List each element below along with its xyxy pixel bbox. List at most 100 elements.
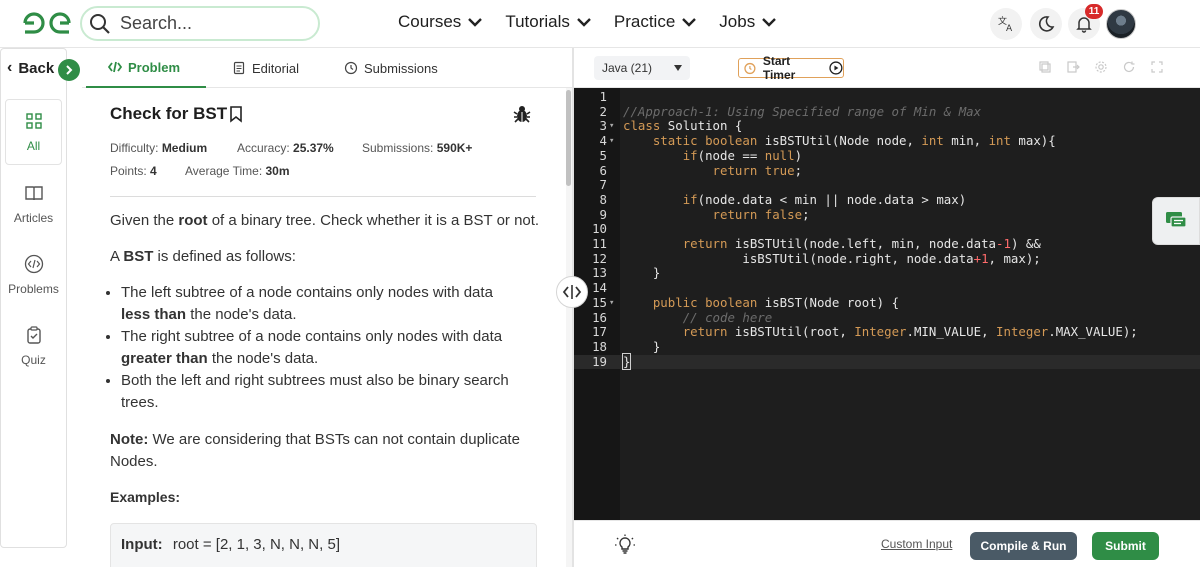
accuracy-label: Accuracy:: [237, 141, 290, 155]
note-text: We are considering that BSTs can not con…: [110, 431, 520, 470]
code-line[interactable]: 16 // code here: [574, 309, 1200, 326]
fold-toggle-icon[interactable]: ▾: [609, 119, 617, 134]
timer-label: Start Timer: [762, 54, 796, 82]
code-line[interactable]: 14: [574, 280, 1200, 296]
code-text: // code here: [682, 309, 773, 325]
code-text: return false;: [712, 206, 810, 222]
copy-icon[interactable]: [1038, 60, 1052, 74]
chevron-down-icon: [577, 18, 591, 27]
bookmark-icon[interactable]: [229, 105, 243, 123]
expand-sidebar-button[interactable]: [58, 59, 80, 81]
code-line[interactable]: 12 isBSTUtil(node.right, node.data+1, ma…: [574, 251, 1200, 267]
translate-button[interactable]: 文A: [990, 8, 1022, 40]
fold-toggle-icon[interactable]: ▾: [609, 134, 617, 149]
code-line[interactable]: 3 ▾ class Solution {: [574, 119, 1200, 134]
line-number: 8: [599, 191, 607, 207]
code-line[interactable]: 6 return true;: [574, 163, 1200, 179]
code-line[interactable]: 17 return isBSTUtil(root, Integer.MIN_VA…: [574, 324, 1200, 340]
nav-practice[interactable]: Practice: [614, 12, 697, 32]
submit-button[interactable]: Submit: [1092, 532, 1159, 560]
tab-editorial[interactable]: Editorial: [232, 48, 299, 88]
theme-toggle-button[interactable]: [1030, 8, 1062, 40]
tab-submissions[interactable]: Submissions: [344, 48, 438, 88]
rule-bold: less than: [121, 306, 187, 323]
chevron-right-icon: [66, 65, 73, 75]
start-timer-button[interactable]: Start Timer: [738, 54, 844, 82]
code-circle-icon: [24, 254, 43, 274]
chevron-down-icon: [468, 18, 483, 27]
nav-jobs[interactable]: Jobs: [719, 12, 777, 32]
back-button[interactable]: ‹ Back: [7, 59, 54, 77]
code-line[interactable]: 18 }: [574, 339, 1200, 355]
sidebar-item-all[interactable]: All: [5, 99, 62, 165]
caret-down-icon: [674, 65, 682, 71]
code-line[interactable]: 19}: [574, 352, 1200, 370]
bst-bold: BST: [123, 248, 154, 265]
chat-button[interactable]: [1152, 197, 1200, 245]
tab-problem[interactable]: Problem: [86, 48, 206, 88]
moon-icon: [1038, 16, 1055, 32]
language-select[interactable]: Java (21): [594, 56, 690, 80]
clipboard-icon: [26, 326, 41, 344]
bst-definition-intro: A BST is defined as follows:: [110, 246, 540, 268]
code-line[interactable]: 5 if(node == null): [574, 148, 1200, 164]
language-value: Java (21): [602, 61, 653, 75]
fullscreen-icon[interactable]: [1150, 60, 1164, 74]
code-line[interactable]: 8 if(node.data < min || node.data > max): [574, 191, 1200, 208]
sidebar-item-problems[interactable]: Problems: [5, 242, 62, 308]
nav-courses[interactable]: Courses: [398, 12, 483, 32]
compile-run-button[interactable]: Compile & Run: [970, 532, 1077, 560]
code-line[interactable]: 15 ▾ public boolean isBST(Node root) {: [574, 295, 1200, 311]
bst-text: A: [110, 248, 124, 265]
rule-text-end: the node's data.: [207, 350, 319, 367]
fold-toggle-icon[interactable]: ▾: [609, 296, 617, 311]
left-sidebar: ‹ Back All Articles Problems Quiz: [0, 48, 67, 548]
sidebar-item-label: Quiz: [21, 353, 46, 367]
code-line[interactable]: 9 return false;: [574, 206, 1200, 223]
code-line[interactable]: 7: [574, 177, 1200, 193]
example-block: Input: root = [2, 1, 3, N, N, N, 5]: [110, 523, 537, 567]
scrollbar-thumb[interactable]: [566, 90, 571, 186]
code-line[interactable]: 10: [574, 222, 1200, 237]
document-icon: [233, 61, 245, 75]
resize-handle[interactable]: [556, 276, 588, 308]
code-line[interactable]: 11 return isBSTUtil(node.left, min, node…: [574, 236, 1200, 252]
code-line[interactable]: 1: [574, 89, 1200, 105]
submissions-label: Submissions:: [362, 141, 434, 155]
lightbulb-icon[interactable]: [614, 534, 636, 556]
bug-icon[interactable]: [512, 104, 532, 124]
settings-icon[interactable]: [1094, 60, 1108, 74]
code-line[interactable]: 4 ▾ static boolean isBSTUtil(Node node, i…: [574, 133, 1200, 149]
sidebar-item-articles[interactable]: Articles: [5, 171, 62, 237]
code-text: }: [621, 352, 632, 370]
avatar[interactable]: [1106, 9, 1136, 39]
problem-tabs: Problem Editorial Submissions: [82, 48, 572, 88]
code-text: class Solution {: [623, 118, 743, 134]
difficulty-info: Difficulty: Medium: [110, 141, 207, 155]
avg-time-value: 30m: [265, 164, 290, 178]
code-text: return isBSTUtil(root, Integer.MIN_VALUE…: [682, 324, 1138, 340]
custom-input-link[interactable]: Custom Input: [881, 537, 952, 551]
clock-icon: [344, 61, 358, 75]
nav-tutorials[interactable]: Tutorials: [505, 12, 592, 32]
code-text: if(node.data < min || node.data > max): [682, 191, 967, 207]
reset-icon[interactable]: [1122, 60, 1136, 74]
gfg-logo-icon[interactable]: [22, 10, 72, 36]
line-number: 16: [592, 309, 607, 325]
search-box[interactable]: Search...: [80, 6, 320, 41]
sidebar-item-quiz[interactable]: Quiz: [5, 313, 62, 379]
list-item: Both the left and right subtrees must al…: [121, 370, 516, 414]
code-line[interactable]: 13 }: [574, 266, 1200, 281]
import-icon[interactable]: [1066, 60, 1080, 74]
code-line[interactable]: 2 //Approach-1: Using Specified range of …: [574, 104, 1200, 120]
title-row: Check for BST: [110, 104, 243, 124]
note: Note: We are considering that BSTs can n…: [110, 429, 540, 473]
code-icon: [108, 61, 122, 73]
nav-jobs-label: Jobs: [719, 12, 756, 31]
tab-submissions-label: Submissions: [364, 60, 438, 76]
sidebar-item-label: Articles: [13, 211, 54, 225]
line-number: 7: [599, 177, 607, 193]
grid-icon: [25, 113, 42, 129]
svg-text:A: A: [1006, 24, 1013, 33]
tab-problem-label: Problem: [128, 59, 181, 75]
